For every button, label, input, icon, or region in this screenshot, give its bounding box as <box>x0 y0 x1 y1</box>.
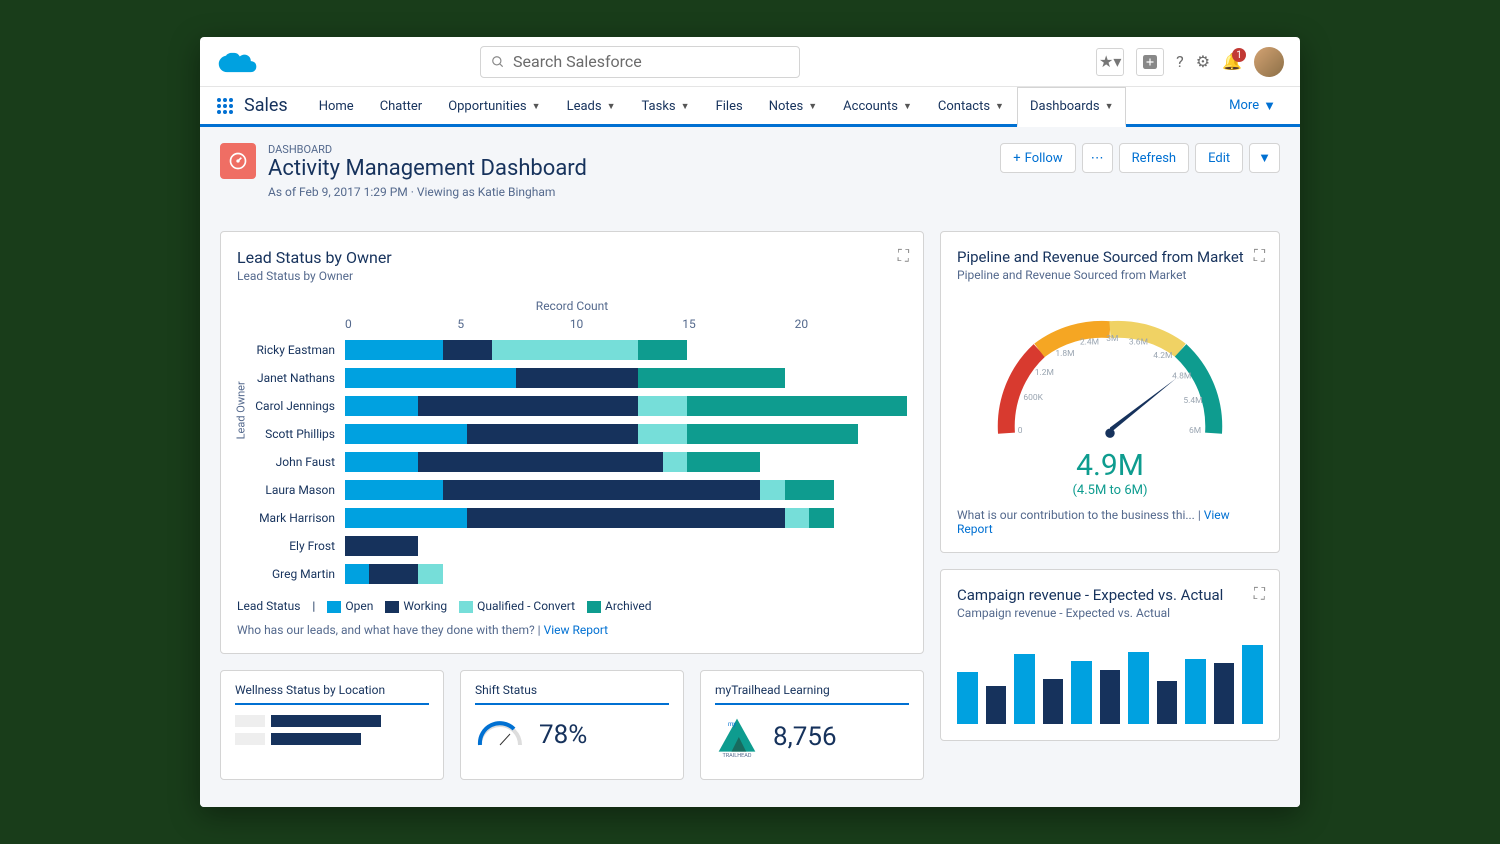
search-placeholder: Search Salesforce <box>513 52 642 71</box>
favorites-icon[interactable]: ★▾ <box>1096 48 1124 76</box>
search-input[interactable]: Search Salesforce <box>480 46 800 78</box>
svg-text:2.4M: 2.4M <box>1080 338 1099 348</box>
card-title: Wellness Status by Location <box>235 683 429 705</box>
chart-row: Scott Phillips <box>237 421 907 447</box>
svg-text:1.2M: 1.2M <box>1035 368 1054 378</box>
expand-icon[interactable]: ⛶ <box>1254 584 1265 604</box>
notification-badge: 1 <box>1232 48 1246 62</box>
page-subtitle: As of Feb 9, 2017 1:29 PM · Viewing as K… <box>268 185 587 199</box>
chart-row: Ricky Eastman <box>237 337 907 363</box>
view-report-link[interactable]: View Report <box>544 623 609 637</box>
card-title: Shift Status <box>475 683 669 705</box>
svg-text:TRAILHEAD: TRAILHEAD <box>723 753 752 759</box>
expand-icon[interactable]: ⛶ <box>898 246 909 266</box>
chart-row: Greg Martin <box>237 561 907 587</box>
svg-text:1.8M: 1.8M <box>1055 349 1074 359</box>
chart-row: Ely Frost <box>237 533 907 559</box>
tab-more[interactable]: More▼ <box>1221 87 1284 124</box>
wellness-card: Wellness Status by Location <box>220 670 444 780</box>
chevron-down-icon[interactable]: ▼ <box>903 101 912 112</box>
tab-dashboards[interactable]: Dashboards▼ <box>1017 87 1127 127</box>
card-title: Campaign revenue - Expected vs. Actual <box>957 586 1263 604</box>
help-icon[interactable]: ? <box>1176 52 1184 71</box>
gauge-value: 4.9M <box>1076 448 1144 483</box>
trailhead-icon: TRAILHEAD my <box>715 715 759 759</box>
gauge-chart: 0 600K 1.2M1.8M 2.4M 3M 3.6M 4.2M 4.8M 5.4M 6M <box>970 292 1250 452</box>
chart-xticks: 05101520 <box>345 317 907 331</box>
tab-leads[interactable]: Leads▼ <box>554 87 629 124</box>
card-title: myTrailhead Learning <box>715 683 909 705</box>
chart-row: Mark Harrison <box>237 505 907 531</box>
chevron-down-icon[interactable]: ▼ <box>995 101 1004 112</box>
chevron-down-icon: ▼ <box>1263 98 1276 114</box>
tab-home[interactable]: Home <box>306 87 367 124</box>
campaign-revenue-card: ⛶ Campaign revenue - Expected vs. Actual… <box>940 569 1280 741</box>
card-title: Lead Status by Owner <box>237 248 907 267</box>
salesforce-logo[interactable] <box>216 47 260 77</box>
breadcrumb: DASHBOARD <box>268 143 587 156</box>
svg-text:5.4M: 5.4M <box>1183 396 1202 406</box>
gauge-icon <box>475 715 525 755</box>
card-subtitle: Lead Status by Owner <box>237 269 907 283</box>
chevron-down-icon[interactable]: ▼ <box>1105 101 1114 112</box>
campaign-chart <box>957 634 1263 724</box>
svg-text:my: my <box>728 720 737 728</box>
tab-files[interactable]: Files <box>703 87 756 124</box>
pipeline-gauge-card: ⛶ Pipeline and Revenue Sourced from Mark… <box>940 231 1280 553</box>
add-icon[interactable] <box>1136 48 1164 76</box>
refresh-button[interactable]: Refresh <box>1119 143 1189 173</box>
card-subtitle: Pipeline and Revenue Sourced from Market <box>957 268 1263 282</box>
expand-icon[interactable]: ⛶ <box>1254 246 1265 266</box>
learning-card: myTrailhead Learning TRAILHEAD my 8,756 <box>700 670 924 780</box>
lead-status-card: ⛶ Lead Status by Owner Lead Status by Ow… <box>220 231 924 654</box>
svg-text:4.2M: 4.2M <box>1153 351 1172 361</box>
chart-row: John Faust <box>237 449 907 475</box>
chart-bars: Ricky EastmanJanet NathansCarol Jennings… <box>237 337 907 587</box>
notifications-icon[interactable]: 🔔1 <box>1222 52 1242 71</box>
learning-value: 8,756 <box>773 722 837 752</box>
tab-contacts[interactable]: Contacts▼ <box>925 87 1017 124</box>
svg-text:600K: 600K <box>1023 393 1043 403</box>
page-title: Activity Management Dashboard <box>268 156 587 181</box>
settings-icon[interactable]: ⚙ <box>1196 52 1210 71</box>
follow-button[interactable]: +Follow <box>1000 143 1075 173</box>
svg-text:4.8M: 4.8M <box>1172 372 1191 382</box>
card-title: Pipeline and Revenue Sourced from Market <box>957 248 1263 266</box>
chevron-down-icon[interactable]: ▼ <box>532 101 541 112</box>
chevron-down-icon[interactable]: ▼ <box>808 101 817 112</box>
app-launcher-icon[interactable] <box>216 87 244 124</box>
gauge-range: (4.5M to 6M) <box>1072 483 1147 498</box>
svg-text:3M: 3M <box>1106 334 1118 344</box>
svg-text:3.6M: 3.6M <box>1129 338 1148 348</box>
edit-button[interactable]: Edit <box>1195 143 1243 173</box>
dashboard-icon <box>220 143 256 179</box>
chart-legend: Lead Status| Open Working Qualified - Co… <box>237 599 907 613</box>
card-footer: What is our contribution to the business… <box>957 508 1263 536</box>
tab-tasks[interactable]: Tasks▼ <box>629 87 703 124</box>
shift-status-card: Shift Status 78% <box>460 670 684 780</box>
tab-chatter[interactable]: Chatter <box>367 87 436 124</box>
more-actions-button[interactable]: ▼ <box>1249 143 1280 173</box>
tab-notes[interactable]: Notes▼ <box>756 87 830 124</box>
app-label: Sales <box>244 87 306 124</box>
chart-xlabel: Record Count <box>237 299 907 313</box>
avatar[interactable] <box>1254 47 1284 77</box>
card-footer: Who has our leads, and what have they do… <box>237 623 907 637</box>
metrics-icon[interactable]: ⋯ <box>1082 143 1113 173</box>
tab-accounts[interactable]: Accounts▼ <box>830 87 925 124</box>
chevron-down-icon[interactable]: ▼ <box>681 101 690 112</box>
shift-value: 78% <box>539 720 587 750</box>
chart-row: Carol Jennings <box>237 393 907 419</box>
chevron-down-icon[interactable]: ▼ <box>607 101 616 112</box>
chart-row: Janet Nathans <box>237 365 907 391</box>
card-subtitle: Campaign revenue - Expected vs. Actual <box>957 606 1263 620</box>
tab-opportunities[interactable]: Opportunities▼ <box>435 87 553 124</box>
chart-row: Laura Mason <box>237 477 907 503</box>
svg-text:6M: 6M <box>1189 426 1201 436</box>
svg-text:0: 0 <box>1018 426 1023 436</box>
